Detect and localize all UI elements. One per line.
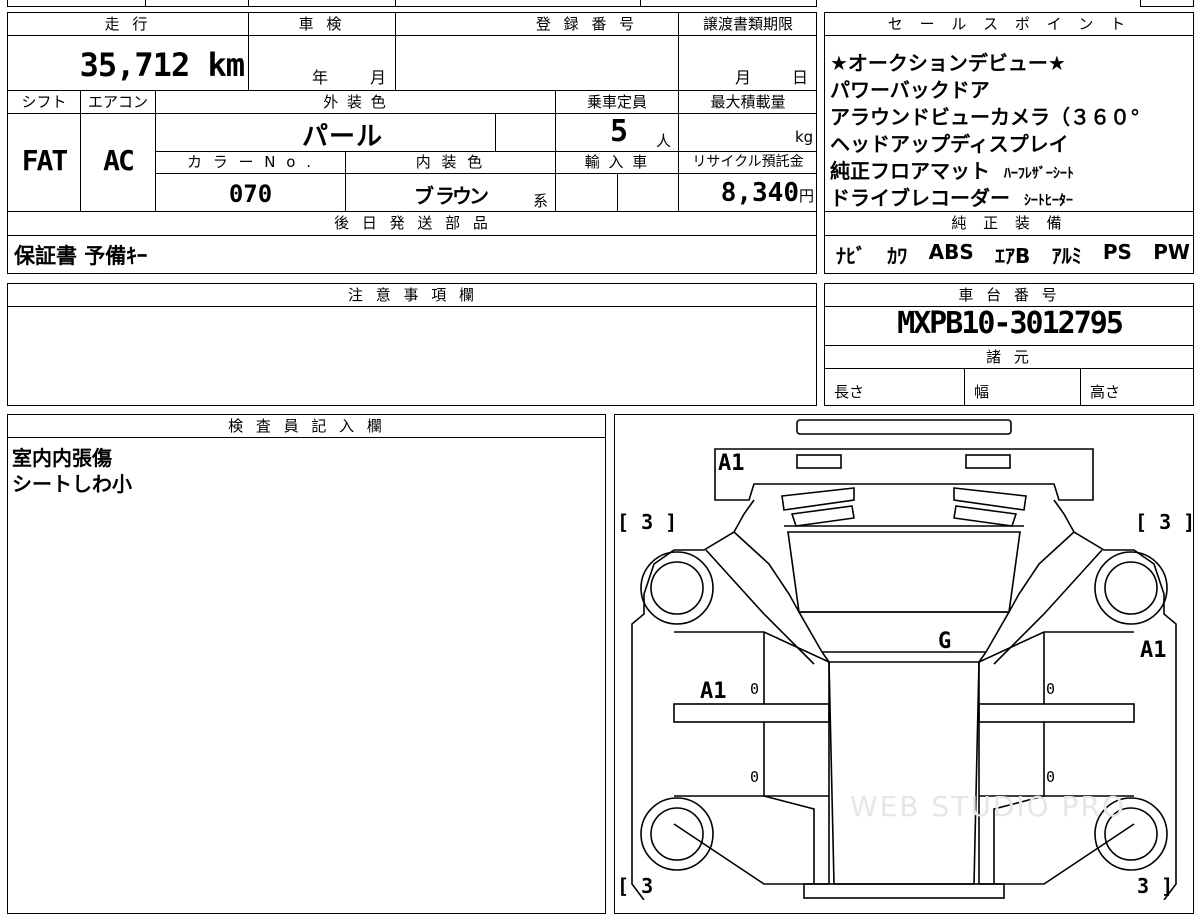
right-side-mark: A1 <box>1140 638 1167 663</box>
registration-header: 登 録 番 号 <box>535 15 639 33</box>
chassis-number: MXPB10-3012795 <box>897 306 1124 341</box>
notes-header: 注 意 事 項 欄 <box>347 286 479 304</box>
right-front-door-zero: 0 <box>1046 680 1056 698</box>
import-header: 輸 入 車 <box>584 153 650 171</box>
top-strip <box>7 0 817 7</box>
inspection-header: 車 検 <box>298 15 346 33</box>
later-parts-value: 保証書 予備ｷｰ <box>14 244 148 268</box>
inspection-year: 年 <box>312 68 329 87</box>
later-parts-header: 後 日 発 送 部 品 <box>334 214 492 232</box>
roof-mark: G <box>938 629 952 654</box>
interior-color-header: 内 装 色 <box>415 153 486 171</box>
shift-header: シフト <box>21 93 67 111</box>
equipment-alloy: ｱﾙﾐ <box>1051 244 1082 268</box>
left-front-door-zero: 0 <box>750 680 760 698</box>
tire-rear-right: 3 ] <box>1137 874 1174 898</box>
spec-length: 長さ <box>834 383 865 401</box>
sales-point-4: ヘッドアップディスプレイ <box>830 132 1069 156</box>
sales-point-2: パワーバックドア <box>830 78 990 102</box>
left-rear-door-zero: 0 <box>750 768 760 786</box>
equipment-header: 純 正 装 備 <box>951 214 1068 232</box>
sales-point-1: ★オークションデビュー★ <box>830 51 1066 75</box>
recycle-value: 8,340円 <box>720 178 814 208</box>
transfer-day: 日 <box>792 68 809 87</box>
equipment-pw: PW <box>1153 240 1190 264</box>
max-load-header: 最大積載量 <box>710 93 786 111</box>
car-diagram <box>631 419 1177 900</box>
chassis-header: 車 台 番 号 <box>958 286 1061 304</box>
equipment-navi: ﾅﾋﾞ <box>836 244 866 268</box>
transfer-deadline-header: 譲渡書類期限 <box>702 15 793 33</box>
top-right-strip <box>1140 0 1194 7</box>
capacity-unit: 人 <box>656 132 672 150</box>
sales-point-3: アラウンドビューカメラ（３６０° <box>830 105 1140 129</box>
interior-suffix: 系 <box>533 192 549 210</box>
equipment-list: ﾅﾋﾞ ｶﾜ ABS ｴｱB ｱﾙﾐ PS PW <box>836 240 1190 269</box>
shift-value: FAT <box>21 144 69 177</box>
inspector-note-1: 室内内張傷 <box>12 446 112 470</box>
left-door-mark: A1 <box>700 679 727 704</box>
inspection-month: 月 <box>370 68 387 87</box>
watermark: WEB STUDIO PRO <box>850 790 1126 823</box>
equipment-ps: PS <box>1102 240 1132 264</box>
equipment-leather: ｶﾜ <box>887 244 908 268</box>
recycle-header: リサイクル預託金 <box>692 154 804 170</box>
exterior-color-value: パ ー ル <box>301 122 382 152</box>
sales-point-5: 純正フロアマット ﾊｰﾌﾚｻﾞｰｼｰﾄ <box>830 159 1074 183</box>
right-rear-door-zero: 0 <box>1046 768 1056 786</box>
color-no-value: 070 <box>228 180 273 208</box>
equipment-airbag: ｴｱB <box>995 244 1031 268</box>
color-no-header: カ ラ ー N o . <box>186 153 314 171</box>
spec-header: 諸 元 <box>986 348 1033 366</box>
capacity-value: 5 <box>610 114 629 149</box>
capacity-header: 乗車定員 <box>586 93 647 111</box>
spec-height: 高さ <box>1090 383 1121 401</box>
inspector-note-2: シートしわ小 <box>12 472 132 496</box>
tire-front-left: [ 3 ] <box>617 510 678 534</box>
aircon-header: エアコン <box>87 93 148 111</box>
front-bumper-mark: A1 <box>718 451 745 476</box>
max-load-unit: kg <box>795 128 814 146</box>
equipment-abs: ABS <box>928 240 974 264</box>
aircon-value: AC <box>103 144 135 177</box>
tire-rear-left: [ 3 <box>617 874 654 898</box>
sales-points-header: セ ー ル ス ポ イ ン ト <box>887 15 1132 33</box>
sales-point-6: ドライブレコーダー ｼｰﾄﾋｰﾀｰ <box>830 186 1073 210</box>
exterior-color-header: 外 装 色 <box>323 93 388 111</box>
interior-color-value: ブ ラウン <box>414 184 489 208</box>
spec-width: 幅 <box>974 383 990 401</box>
mileage-value: 35,712 km <box>79 46 245 84</box>
inspector-header: 検 査 員 記 入 欄 <box>228 417 386 435</box>
tire-front-right: [ 3 ] <box>1135 510 1196 534</box>
transfer-month: 月 <box>735 68 752 87</box>
mileage-header: 走 行 <box>104 15 152 33</box>
